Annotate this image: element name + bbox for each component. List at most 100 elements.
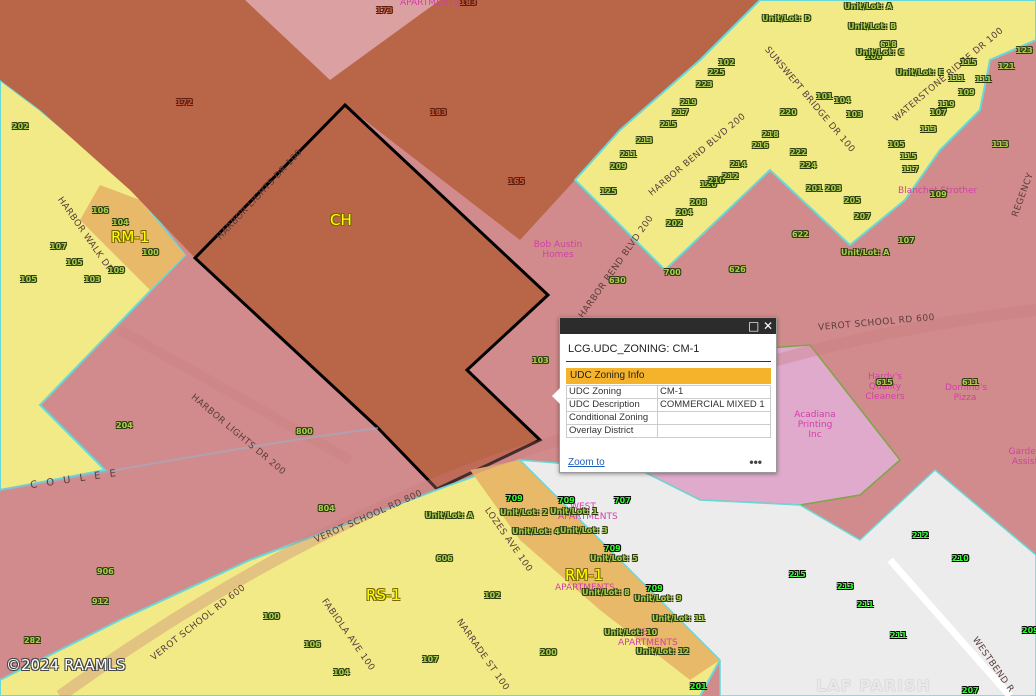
address-label: 615 [876,378,893,387]
unit-label: Unit/Lot: E [896,68,944,77]
address-label: 700 [664,268,681,277]
unit-label: Unit/Lot: 4 [512,527,560,536]
address-label: 220 [780,108,797,117]
address-label: 213 [837,582,854,591]
copyright-text: ©2024 RAAMLS [6,656,126,674]
address-label: 200 [540,648,557,657]
address-label: 104 [834,96,851,105]
address-label: 119 [938,100,955,109]
address-label: 611 [962,378,979,387]
attribute-key: UDC Description [566,398,658,412]
unit-label: Unit/Lot: 9 [634,594,682,603]
address-label: 107 [930,108,947,117]
address-label: 912 [92,597,109,606]
address-label: 216 [752,141,769,150]
address-label: 211 [620,150,637,159]
attribute-value: COMMERCIAL MIXED 1 [657,398,771,412]
zone-label-ch: CH [330,211,352,229]
address-label: 107 [50,242,67,251]
address-label: 202 [12,122,29,131]
address-label: 107 [422,655,439,664]
address-label: 630 [609,276,626,285]
address-label: 100 [142,248,159,257]
address-label: 207 [962,686,979,695]
attribute-key: Conditional Zoning [566,411,658,425]
address-label: 223 [696,80,713,89]
address-label: 201 [806,184,823,193]
address-label: 205 [844,196,861,205]
zoning-map[interactable] [0,0,1036,696]
popup-pointer [552,388,560,404]
address-label: 111 [975,75,992,84]
address-label: 100 [263,612,280,621]
address-label: 225 [708,68,725,77]
address-label: 906 [97,567,114,576]
address-label: 282 [24,636,41,645]
table-row: UDC Zoning CM-1 [566,385,771,399]
unit-label: Unit/Lot: A [844,2,893,11]
unit-label: Unit/Lot: 11 [652,614,706,623]
poi-apartments-north[interactable]: APARTMENTS [400,0,460,8]
address-label: 209 [1022,626,1036,635]
address-label: 204 [676,208,693,217]
zoom-to-link[interactable]: Zoom to [568,457,605,468]
address-label: 103 [84,275,101,284]
address-label: 709 [506,494,523,503]
unit-label: Unit/Lot: A [841,248,890,257]
unit-label: Unit/Lot: 12 [636,647,690,656]
more-actions-button[interactable]: ••• [749,455,762,469]
unit-label: Unit/Lot: 2 [500,508,548,517]
maximize-icon[interactable]: □ [748,319,759,333]
address-label: 606 [436,554,453,563]
address-label: 211 [890,631,907,640]
unit-label: Unit/Lot: 3 [560,526,608,535]
address-label: 104 [333,668,350,677]
address-label: 207 [854,212,871,221]
address-label: 212 [912,531,929,540]
poi-hardys[interactable]: Hardy's Quality Cleaners [860,372,910,402]
address-label: 106 [92,206,109,215]
address-label: 214 [730,160,747,169]
popup-section-header: UDC Zoning Info [566,368,771,384]
address-label: 707 [614,496,631,505]
address-label: 103 [846,110,863,119]
address-label: 109 [108,266,125,275]
address-label: 218 [762,130,779,139]
address-label: 115 [900,152,917,161]
unit-label: Unit/Lot: 1 [550,507,598,516]
feature-popup[interactable]: □ ✕ LCG.UDC_ZONING: CM-1 UDC Zoning Info… [552,317,777,473]
poi-bob-austin[interactable]: Bob Austin Homes [530,240,586,260]
address-label: 215 [789,570,806,579]
zone-label-rs1: RS-1 [366,586,401,604]
attribute-value [657,411,771,425]
address-label: 125 [600,187,617,196]
address-label: 709 [646,584,663,593]
address-label: 165 [508,177,525,186]
address-label: 202 [666,219,683,228]
address-label: 222 [790,148,807,157]
unit-label: Unit/Lot: B [848,22,897,31]
popup-header: □ ✕ [560,318,776,334]
zone-label-rm1-south: RM-1 [565,566,604,584]
address-label: 217 [672,108,689,117]
poi-garden-assist[interactable]: Garden Assist [1005,447,1036,467]
poi-acadiana-printing[interactable]: Acadiana Printing Inc [790,410,840,440]
close-icon[interactable]: ✕ [763,319,773,333]
address-label: 210 [952,554,969,563]
parish-label: LAF PARISH [816,676,931,695]
address-label: 800 [296,427,313,436]
unit-label: Unit/Lot: 10 [604,628,658,637]
attribute-value [657,424,771,438]
attribute-value: CM-1 [657,385,771,399]
popup-divider [566,361,771,362]
address-label: 117 [902,165,919,174]
address-label: 183 [430,108,447,117]
address-label: 113 [992,140,1009,149]
zone-label-rm1-west: RM-1 [111,228,150,246]
address-label: 224 [800,161,817,170]
address-label: 105 [20,275,37,284]
unit-label: Unit/Lot: D [762,14,811,23]
address-label: 209 [610,162,627,171]
table-row: Conditional Zoning [566,411,771,425]
address-label: 104 [112,218,129,227]
